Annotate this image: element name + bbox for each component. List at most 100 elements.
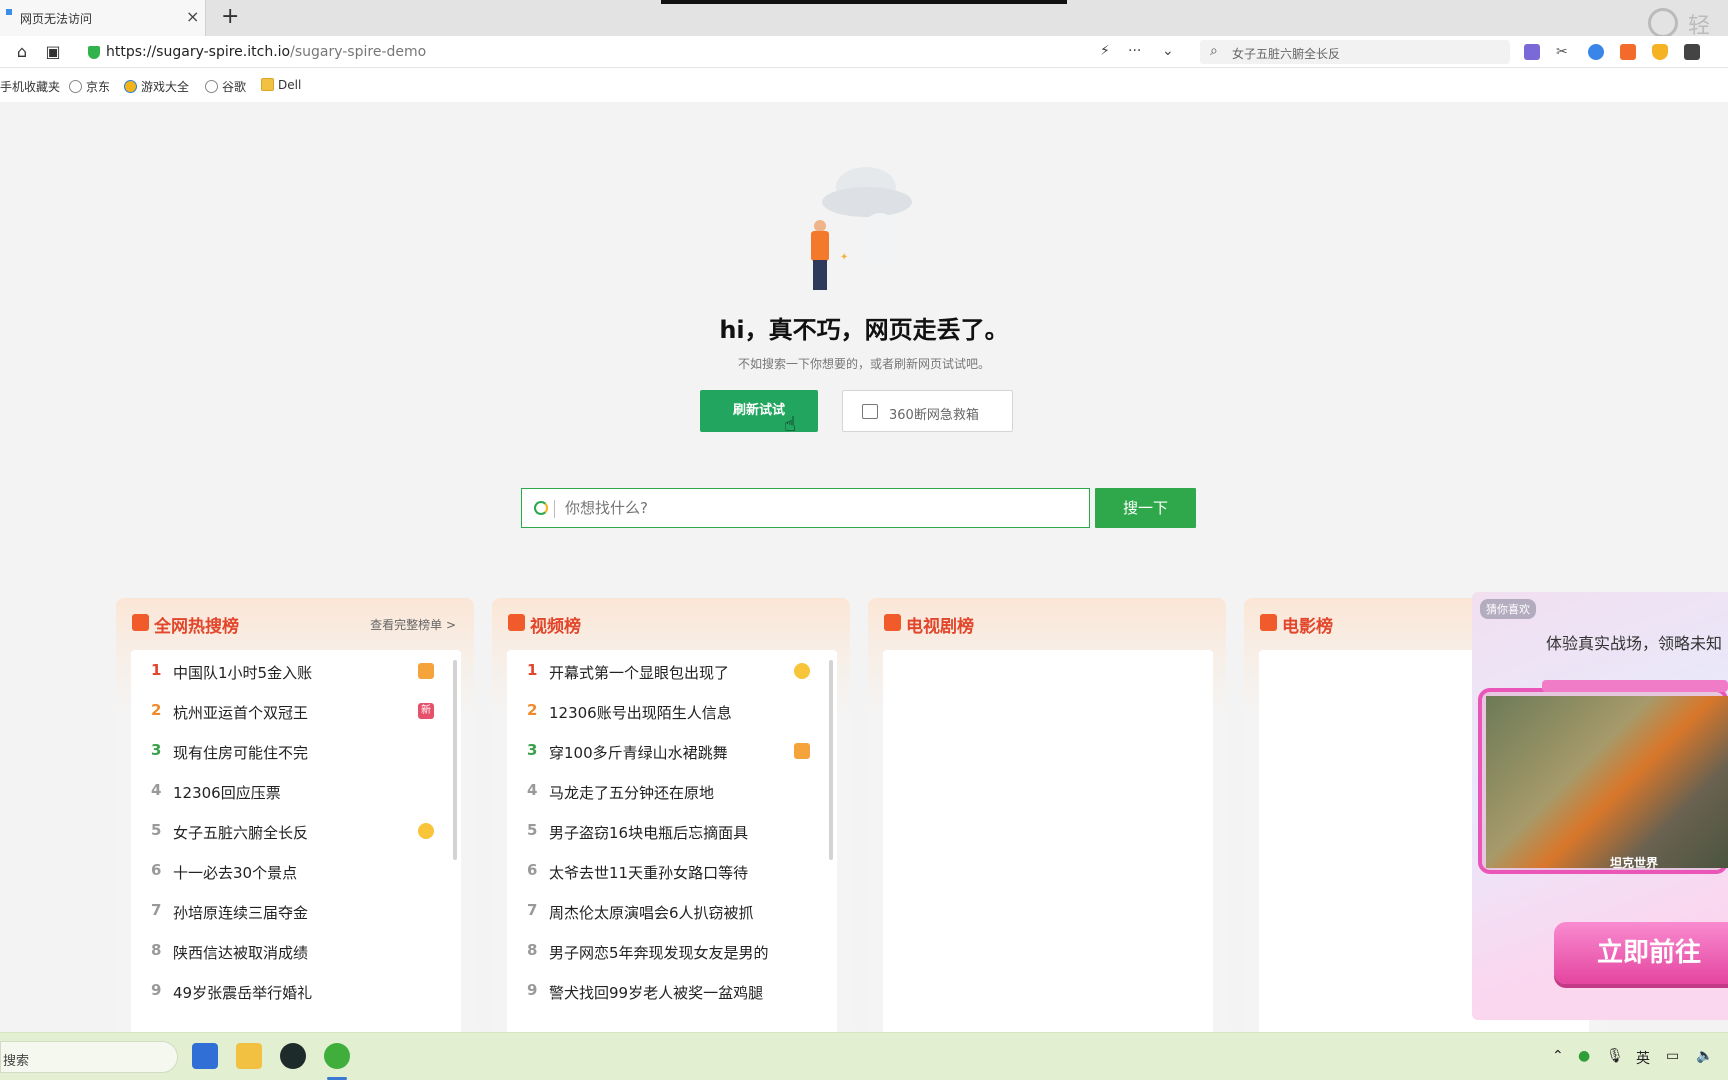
- rank-row[interactable]: 6 十一必去30个景点: [131, 852, 441, 888]
- url-field[interactable]: https://sugary-spire.itch.io/sugary-spir…: [80, 40, 1170, 64]
- rank-number: 1: [151, 661, 162, 679]
- rank-text: 女子五脏六腑全长反: [173, 824, 309, 842]
- panel-title[interactable]: 电视剧榜: [906, 612, 974, 637]
- more-icon[interactable]: ···: [1128, 43, 1141, 59]
- emoji-icon: [418, 823, 434, 839]
- browser-search-box[interactable]: ⌕ 女子五脏六腑全长反: [1200, 40, 1510, 64]
- lightning-icon[interactable]: ⚡: [1100, 43, 1110, 59]
- ime-indicator[interactable]: 英: [1636, 1048, 1650, 1068]
- rank-row[interactable]: 2 杭州亚运首个双冠王 新: [131, 692, 441, 728]
- rank-row[interactable]: 5 女子五脏六腑全长反: [131, 812, 441, 848]
- bookmark-label: Dell: [278, 78, 302, 92]
- new-badge: 新: [418, 703, 434, 719]
- error-subline: 不如搜索一下你想要的，或者刷新网页试试吧。: [737, 357, 990, 371]
- rank-row[interactable]: 1 中国队1小时5金入账: [131, 652, 441, 688]
- network-icon[interactable]: ▭: [1666, 1048, 1679, 1064]
- rank-text: 男子网恋5年奔现发现女友是男的: [549, 944, 769, 962]
- rank-row[interactable]: 5 男子盗窃16块电瓶后忘摘面具: [507, 812, 817, 848]
- rank-panel: 全网热搜榜 查看完整榜单 > 1 中国队1小时5金入账 2 杭州亚运首个双冠王 新 3 现有住房…: [116, 598, 474, 1032]
- bookmark-games[interactable]: 游戏大全: [124, 78, 189, 95]
- view-full-list-link[interactable]: 查看完整榜单 >: [370, 616, 456, 633]
- rank-row[interactable]: 6 太爷去世11天重孙女路口等待: [507, 852, 817, 888]
- chevron-down-icon[interactable]: ⌄: [1162, 43, 1174, 59]
- panel-title[interactable]: 视频榜: [530, 612, 581, 637]
- tab-close-icon[interactable]: ×: [186, 7, 199, 26]
- thumbs-up-icon: [794, 743, 810, 759]
- bookmark-mobile[interactable]: 手机收藏夹: [0, 78, 60, 95]
- taskbar-search-label: 搜索: [3, 1054, 30, 1069]
- chevron-up-icon[interactable]: ⌃: [1552, 1048, 1564, 1064]
- rank-text: 男子盗窃16块电瓶后忘摘面具: [549, 824, 749, 842]
- emoji-icon: [794, 663, 810, 679]
- bookmark-label: 手机收藏夹: [0, 80, 61, 94]
- cloud-shape: [822, 187, 912, 217]
- rank-number: 5: [527, 821, 538, 839]
- panel-title[interactable]: 全网热搜榜: [154, 612, 239, 637]
- bookmark-jd[interactable]: 京东: [69, 78, 110, 95]
- browser-360-icon[interactable]: [324, 1043, 350, 1069]
- rank-text: 12306回应压票: [173, 784, 281, 802]
- fire-icon: [132, 614, 149, 631]
- rank-number: 2: [527, 701, 538, 719]
- home-icon[interactable]: ⌂: [12, 42, 32, 62]
- briefcase-icon[interactable]: ▣: [43, 42, 63, 62]
- rank-list: [883, 650, 1213, 1032]
- scissors-icon[interactable]: ✂: [1556, 44, 1572, 60]
- ad-panel[interactable]: 猜你喜欢 体验真实战场，领略未知 坦克世界 立即前往: [1472, 592, 1728, 1020]
- rank-row[interactable]: 8 陕西信达被取消成绩: [131, 932, 441, 968]
- file-explorer-icon[interactable]: [236, 1043, 262, 1069]
- browser-tab[interactable]: 网页无法访问 ×: [0, 0, 206, 36]
- apps-grid-icon[interactable]: [1684, 44, 1700, 60]
- security-tray-icon[interactable]: ●: [1578, 1048, 1590, 1064]
- ad-tank-image[interactable]: [1486, 696, 1728, 868]
- panel-title[interactable]: 电影榜: [1282, 612, 1333, 637]
- rank-row[interactable]: 7 孙培原连续三届夺金: [131, 892, 441, 928]
- list-scrollbar[interactable]: [829, 660, 833, 860]
- video-icon: [508, 614, 525, 631]
- rank-row[interactable]: 3 现有住房可能住不完: [131, 732, 441, 768]
- rank-row[interactable]: 1 开幕式第一个显眼包出现了: [507, 652, 817, 688]
- person-legs: [813, 260, 827, 290]
- rank-row[interactable]: 8 男子网恋5年奔现发现女友是男的: [507, 932, 817, 968]
- ad-cta-button[interactable]: 立即前往: [1554, 922, 1728, 984]
- rank-row[interactable]: 9 警犬找回99岁老人被奖一盆鸡腿: [507, 972, 817, 1008]
- tv-icon: [884, 614, 901, 631]
- window-indicator-bar: [661, 0, 1067, 4]
- rank-row[interactable]: 9 49岁张震岳举行婚礼: [131, 972, 441, 1008]
- camera-app-icon[interactable]: [280, 1043, 306, 1069]
- magnifier-ext-icon[interactable]: [1588, 44, 1604, 60]
- rank-number: 2: [151, 701, 162, 719]
- rank-row[interactable]: 7 周杰伦太原演唱会6人扒窃被抓: [507, 892, 817, 928]
- url-domain: https://sugary-spire.itch.io: [106, 44, 291, 60]
- rank-row[interactable]: 4 马龙走了五分钟还在原地: [507, 772, 817, 808]
- speaker-mute-icon[interactable]: 🔈: [1696, 1048, 1713, 1064]
- new-tab-button[interactable]: +: [221, 4, 239, 29]
- rank-row[interactable]: 2 12306账号出现陌生人信息: [507, 692, 817, 728]
- rank-text: 12306账号出现陌生人信息: [549, 704, 732, 722]
- rank-row[interactable]: 4 12306回应压票: [131, 772, 441, 808]
- rank-text: 中国队1小时5金入账: [173, 664, 313, 682]
- url-text[interactable]: https://sugary-spire.itch.io/sugary-spir…: [106, 44, 426, 60]
- microphone-icon[interactable]: 🎙: [1606, 1048, 1624, 1064]
- ad-frame-top: [1542, 680, 1728, 692]
- refresh-button[interactable]: 刷新试试: [700, 390, 818, 432]
- translate-ext-icon[interactable]: [1524, 44, 1540, 60]
- rank-list: 1 中国队1小时5金入账 2 杭州亚运首个双冠王 新 3 现有住房可能住不完 4 12306回应…: [131, 650, 461, 1032]
- rescue-kit-button[interactable]: 360断网急救箱: [842, 390, 1013, 432]
- search-button[interactable]: 搜一下: [1095, 488, 1196, 528]
- list-scrollbar[interactable]: [453, 660, 457, 860]
- rank-number: 4: [527, 781, 538, 799]
- rank-panel: 电视剧榜: [868, 598, 1226, 1032]
- search-input[interactable]: [565, 493, 1065, 523]
- game-ext-icon[interactable]: [1620, 44, 1636, 60]
- bookmark-google[interactable]: 谷歌: [205, 78, 246, 95]
- tab-strip: 网页无法访问 × + 轻吐: [0, 0, 1728, 71]
- rank-number: 6: [527, 861, 538, 879]
- taskbar-search[interactable]: 搜索: [0, 1041, 178, 1073]
- shield-ext-icon[interactable]: [1652, 44, 1668, 60]
- address-bar: ⌂ ▣ https://sugary-spire.itch.io/sugary-…: [0, 36, 1728, 68]
- bird-app-icon[interactable]: [192, 1043, 218, 1069]
- bookmark-label: 游戏大全: [141, 80, 190, 94]
- rank-row[interactable]: 3 穿100多斤青绿山水裙跳舞: [507, 732, 817, 768]
- bookmark-dell[interactable]: Dell: [261, 78, 301, 92]
